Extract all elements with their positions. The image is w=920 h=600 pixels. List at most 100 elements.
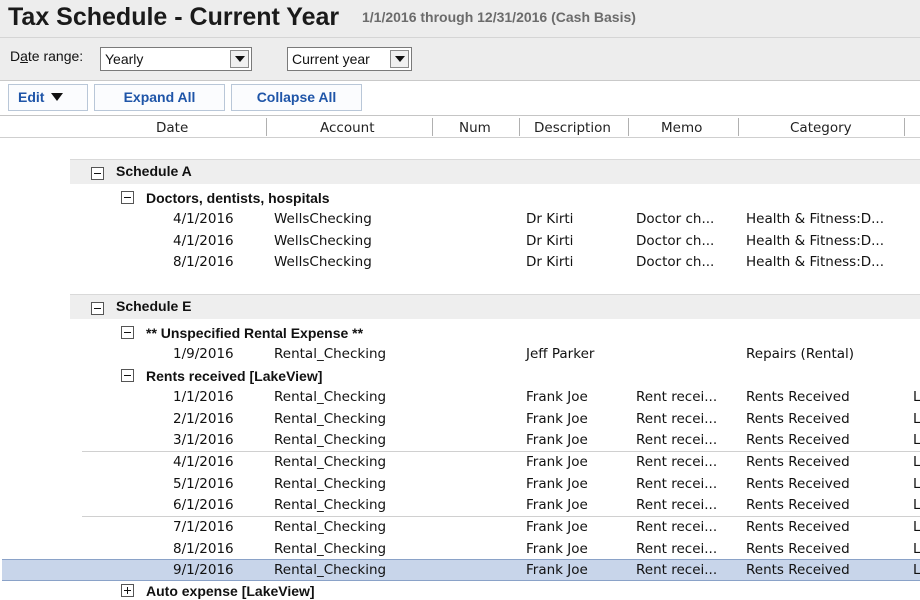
cell-memo: Doctor ch... (636, 211, 715, 227)
cell-memo: Rent recei... (636, 562, 718, 578)
cell-memo: Rent recei... (636, 497, 718, 513)
date-range-label: Date range: (10, 48, 83, 64)
cell-category: Rents Received (746, 497, 850, 513)
table-row[interactable]: 8/1/2016 WellsChecking Dr Kirti Doctor c… (0, 252, 920, 274)
category-group-label: ** Unspecified Rental Expense ** (146, 325, 364, 341)
table-row[interactable]: 3/1/2016 Rental_Checking Frank Joe Rent … (0, 430, 920, 452)
collapse-icon[interactable] (121, 191, 134, 204)
cell-memo: Doctor ch... (636, 232, 715, 249)
column-header-row: Date Account Num Description Memo Catego… (0, 115, 920, 138)
cell-description: Frank Joe (526, 562, 588, 578)
date-range-label-accel: a (20, 48, 28, 64)
column-category[interactable]: Category (790, 120, 852, 136)
collapse-icon[interactable] (121, 326, 134, 339)
table-row[interactable]: 6/1/2016 Rental_Checking Frank Joe Rent … (0, 495, 920, 517)
chevron-down-icon[interactable] (230, 50, 249, 68)
table-row[interactable]: 4/1/2016 Rental_Checking Frank Joe Rent … (0, 452, 920, 474)
column-divider[interactable] (266, 118, 267, 136)
cell-account: Rental_Checking (274, 346, 387, 362)
column-num[interactable]: Num (459, 120, 491, 136)
collapse-icon[interactable] (91, 302, 104, 315)
cell-date: 5/1/2016 (173, 475, 234, 492)
period-select-value: Current year (292, 51, 370, 67)
cell-account: WellsChecking (274, 254, 372, 270)
cell-description: Frank Joe (526, 410, 588, 427)
cell-account: Rental_Checking (274, 432, 387, 448)
cell-date: 6/1/2016 (173, 497, 234, 513)
cell-description: Frank Joe (526, 519, 588, 535)
report-title: Tax Schedule - Current Year (8, 3, 340, 31)
table-row[interactable]: 4/1/2016 WellsChecking Dr Kirti Doctor c… (0, 231, 920, 253)
expand-icon[interactable] (121, 584, 134, 597)
cell-truncated: L (913, 562, 920, 578)
table-row[interactable]: 1/1/2016 Rental_Checking Frank Joe Rent … (0, 387, 920, 409)
cell-account: Rental_Checking (274, 475, 387, 492)
cell-category: Rents Received (746, 389, 850, 405)
cell-description: Dr Kirti (526, 211, 574, 227)
table-row[interactable]: 2/1/2016 Rental_Checking Frank Joe Rent … (0, 409, 920, 431)
column-description[interactable]: Description (534, 120, 611, 136)
collapse-icon[interactable] (121, 369, 134, 382)
category-group-header[interactable]: ** Unspecified Rental Expense ** (0, 323, 920, 344)
column-memo[interactable]: Memo (661, 120, 702, 136)
date-range-label-first: D (10, 48, 21, 64)
cell-date: 8/1/2016 (173, 254, 234, 270)
cell-memo: Rent recei... (636, 540, 718, 557)
cell-truncated: L (913, 454, 920, 470)
cell-category: Repairs (Rental) (746, 346, 855, 362)
report-subtitle: 1/1/2016 through 12/31/2016 (Cash Basis) (362, 9, 636, 25)
column-account[interactable]: Account (320, 120, 375, 136)
edit-menu-button[interactable]: Edit (8, 84, 88, 111)
filter-bar: Date range: Yearly Current year (0, 38, 920, 81)
cell-account: Rental_Checking (274, 454, 387, 470)
collapse-icon[interactable] (91, 167, 104, 180)
expand-all-button[interactable]: Expand All (94, 84, 225, 111)
report-body: Schedule A Doctors, dentists, hospitals … (0, 139, 920, 600)
column-divider[interactable] (519, 118, 520, 136)
cell-date: 9/1/2016 (173, 562, 234, 578)
cell-memo: Rent recei... (636, 475, 718, 492)
cell-account: Rental_Checking (274, 540, 387, 557)
period-select[interactable]: Current year (287, 47, 412, 71)
range-select[interactable]: Yearly (100, 47, 252, 71)
table-row[interactable]: 1/9/2016 Rental_Checking Jeff Parker Rep… (0, 344, 920, 366)
caret-down-icon (51, 93, 64, 101)
table-row[interactable]: 5/1/2016 Rental_Checking Frank Joe Rent … (0, 474, 920, 496)
cell-date: 8/1/2016 (173, 540, 234, 557)
cell-description: Frank Joe (526, 497, 588, 513)
cell-description: Jeff Parker (526, 346, 595, 362)
cell-date: 4/1/2016 (173, 211, 234, 227)
schedule-header[interactable]: Schedule E (70, 294, 920, 319)
chevron-down-icon[interactable] (390, 50, 409, 68)
toolbar: Edit Expand All Collapse All (0, 81, 920, 115)
schedule-label: Schedule A (116, 163, 192, 179)
cell-account: Rental_Checking (274, 410, 387, 427)
cell-account: WellsChecking (274, 211, 372, 227)
cell-memo: Rent recei... (636, 389, 718, 405)
column-divider[interactable] (904, 118, 905, 136)
schedule-header[interactable]: Schedule A (70, 159, 920, 184)
cell-account: Rental_Checking (274, 519, 387, 535)
cell-category: Rents Received (746, 454, 850, 470)
collapse-all-button[interactable]: Collapse All (231, 84, 362, 111)
cell-date: 2/1/2016 (173, 410, 234, 427)
cell-description: Frank Joe (526, 454, 588, 470)
cell-description: Frank Joe (526, 432, 588, 448)
column-divider[interactable] (738, 118, 739, 136)
table-row[interactable]: 4/1/2016 WellsChecking Dr Kirti Doctor c… (0, 209, 920, 231)
cell-memo: Rent recei... (636, 432, 718, 448)
category-group-header[interactable]: Rents received [LakeView] (0, 366, 920, 387)
category-group-label: Auto expense [LakeView] (146, 583, 315, 599)
column-divider[interactable] (432, 118, 433, 136)
cell-account: WellsChecking (274, 232, 372, 249)
column-date[interactable]: Date (156, 120, 188, 136)
category-group-header[interactable]: Auto expense [LakeView] (0, 581, 920, 600)
table-row[interactable]: 8/1/2016 Rental_Checking Frank Joe Rent … (0, 539, 920, 561)
table-row[interactable]: 7/1/2016 Rental_Checking Frank Joe Rent … (0, 517, 920, 539)
cell-category: Rents Received (746, 519, 850, 535)
category-group-header[interactable]: Doctors, dentists, hospitals (0, 188, 920, 209)
cell-description: Dr Kirti (526, 254, 574, 270)
column-divider[interactable] (628, 118, 629, 136)
table-row-selected[interactable]: 9/1/2016 Rental_Checking Frank Joe Rent … (2, 559, 920, 581)
cell-date: 1/9/2016 (173, 346, 234, 362)
